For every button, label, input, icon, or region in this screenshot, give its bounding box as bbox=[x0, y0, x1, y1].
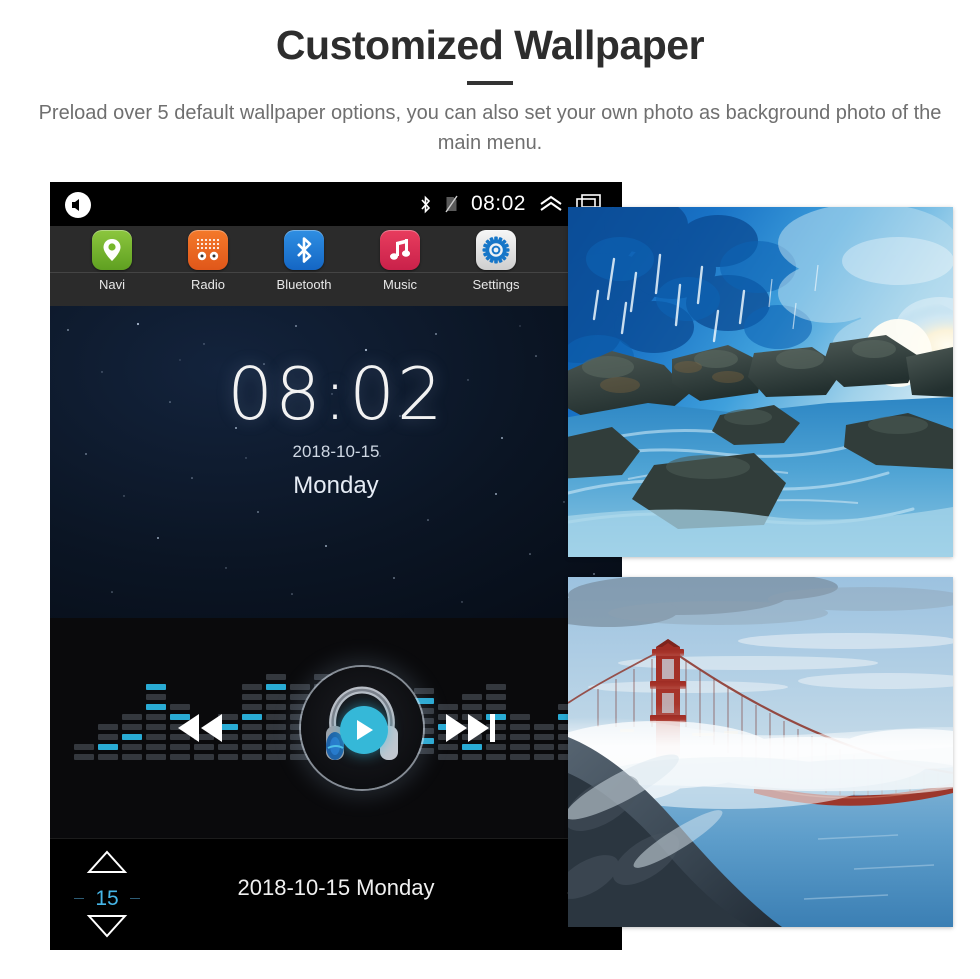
title-divider bbox=[467, 81, 513, 85]
app-label: Navi bbox=[98, 277, 125, 292]
speaker-icon[interactable] bbox=[65, 192, 91, 218]
bluetooth-icon bbox=[284, 230, 324, 270]
app-bluetooth[interactable]: Bluetooth bbox=[256, 226, 352, 306]
car-head-unit-screen: 08:02 Navi Radio Bluetooth Music Setting… bbox=[50, 182, 622, 950]
app-dock: Navi Radio Bluetooth Music Settings bbox=[50, 226, 622, 306]
app-dock-row: Navi Radio Bluetooth Music Settings bbox=[50, 226, 622, 306]
wallpaper-clock-weekday: Monday bbox=[293, 472, 379, 499]
location-pin-icon bbox=[92, 230, 132, 270]
status-bar: 08:02 bbox=[50, 182, 622, 226]
bluetooth-icon bbox=[419, 195, 432, 214]
music-note-icon bbox=[380, 230, 420, 270]
wallpaper-clock-time: 08:02 bbox=[227, 352, 445, 436]
play-button[interactable] bbox=[340, 706, 388, 754]
music-widget[interactable] bbox=[50, 618, 622, 838]
status-bar-clock: 08:02 bbox=[470, 192, 526, 215]
bottom-bar: 15 2018-10-15 Monday bbox=[50, 838, 622, 950]
wallpaper-clock-date: 2018-10-15 bbox=[292, 442, 380, 461]
page-title: Customized Wallpaper bbox=[275, 22, 705, 68]
triangle-down-icon[interactable] bbox=[86, 913, 128, 944]
no-sim-icon bbox=[445, 195, 458, 213]
page-header: Customized Wallpaper Preload over 5 defa… bbox=[0, 0, 980, 182]
app-label: Settings bbox=[472, 277, 520, 292]
chevron-up-icon[interactable] bbox=[539, 195, 563, 213]
ice-cave-wallpaper[interactable] bbox=[568, 207, 953, 557]
gear-icon bbox=[476, 230, 516, 270]
page-subtitle: Preload over 5 default wallpaper options… bbox=[38, 102, 942, 154]
app-label: Bluetooth bbox=[276, 277, 332, 292]
next-track-button[interactable] bbox=[442, 710, 502, 751]
golden-gate-bridge-wallpaper[interactable] bbox=[568, 577, 953, 927]
golden-gate-image bbox=[568, 577, 953, 927]
bottom-bar-date: 2018-10-15 Monday bbox=[237, 875, 435, 900]
ice-cave-image bbox=[568, 207, 953, 557]
app-music[interactable]: Music bbox=[352, 226, 448, 306]
app-radio[interactable]: Radio bbox=[160, 226, 256, 306]
wallpaper-clock-area[interactable]: 08:02 2018-10-15 Monday bbox=[50, 306, 622, 618]
app-settings[interactable]: Settings bbox=[448, 226, 544, 306]
app-label: Music bbox=[383, 277, 417, 292]
previous-track-button[interactable] bbox=[172, 710, 228, 751]
app-label: Radio bbox=[191, 277, 225, 292]
app-navi[interactable]: Navi bbox=[64, 226, 160, 306]
radio-icon bbox=[188, 230, 228, 270]
